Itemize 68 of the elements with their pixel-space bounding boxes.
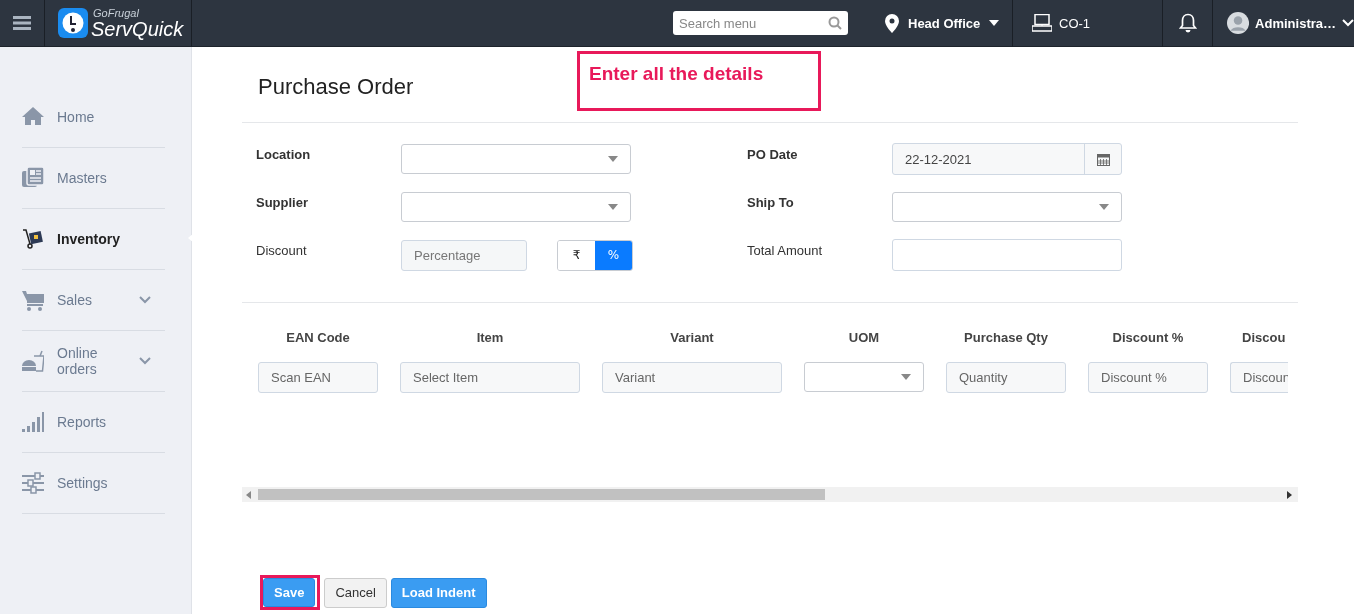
field-label: Supplier	[256, 194, 309, 212]
calendar-icon	[1096, 152, 1110, 166]
documents-icon	[22, 167, 44, 189]
scroll-left-icon	[246, 490, 252, 499]
clock-icon	[58, 8, 88, 38]
date-field[interactable]: 22-12-2021	[892, 143, 1122, 175]
column-header: Variant	[669, 330, 715, 345]
sidebar-item[interactable]: Masters	[22, 148, 165, 209]
sidebar-item[interactable]: Inventory	[22, 209, 165, 270]
sidebar-item[interactable]: Sales	[22, 270, 165, 331]
annotation-callout: Enter all the details	[577, 51, 821, 111]
hand-truck-icon	[22, 228, 44, 250]
scroll-right-icon	[1286, 490, 1292, 499]
percentage-field[interactable]: Percentage	[401, 239, 527, 271]
horizontal-scrollbar[interactable]	[242, 487, 1298, 502]
text-field[interactable]: Quantity	[946, 362, 1066, 393]
cancel-button[interactable]: Cancel	[324, 577, 387, 608]
bell-icon[interactable]	[1178, 13, 1197, 33]
column-header: Purchase Qty	[963, 330, 1049, 345]
page-title: Purchase Order	[258, 74, 414, 100]
user-menu[interactable]: Administra…	[1213, 10, 1354, 36]
sidebar-item[interactable]: Online orders	[22, 331, 165, 392]
text-field[interactable]: Select Item	[400, 362, 580, 393]
column-header: UOM	[847, 330, 881, 345]
column-header: EAN Code	[285, 330, 351, 345]
dropdown-field[interactable]	[892, 192, 1122, 222]
column-header: Discount %	[1111, 330, 1185, 345]
home-icon	[22, 106, 44, 128]
search-field[interactable]: Search menu	[673, 11, 848, 35]
counter-selector[interactable]: CO-1	[1013, 0, 1163, 47]
menu-icon[interactable]	[13, 16, 31, 30]
caret-icon	[989, 20, 1000, 26]
search-icon	[828, 16, 842, 30]
primary-button[interactable]: Save	[263, 578, 316, 607]
caret-icon	[608, 156, 618, 162]
dropdown-field[interactable]	[401, 192, 631, 222]
chevron-icon	[1342, 19, 1354, 27]
column-header: Item	[475, 330, 505, 345]
text-field[interactable]: Scan EAN	[258, 362, 378, 393]
caret-icon	[1099, 204, 1109, 210]
computer-icon	[1032, 14, 1052, 32]
product-name: ServQuick	[91, 18, 184, 39]
location-dropdown[interactable]: Head Office	[872, 0, 1013, 47]
field-label: Total Amount	[747, 242, 824, 260]
cart-icon	[22, 289, 44, 311]
sliders-icon	[22, 472, 44, 494]
toggle-option[interactable]: %	[595, 240, 632, 270]
text-field[interactable]	[892, 239, 1122, 271]
sidebar-item[interactable]: Home	[22, 87, 165, 148]
sidebar-item[interactable]: Reports	[22, 392, 165, 453]
dropdown-field[interactable]	[804, 362, 924, 392]
text-field[interactable]: Discount %	[1088, 362, 1208, 393]
caret-icon	[901, 374, 911, 380]
location-pin-icon	[885, 13, 899, 33]
field-label: PO Date	[747, 146, 799, 164]
field-label: Discount	[256, 242, 308, 260]
column-header: Discou	[1241, 330, 1287, 345]
primary-button[interactable]: Load Indent	[390, 577, 487, 608]
field-label: Location	[256, 146, 312, 164]
bar-chart-icon	[22, 411, 44, 433]
text-field[interactable]: Variant	[602, 362, 782, 393]
food-drink-icon	[22, 350, 44, 372]
dropdown-field[interactable]	[401, 144, 631, 174]
sidebar-item[interactable]: Settings	[22, 453, 165, 514]
avatar-icon	[1227, 10, 1250, 36]
field-label: Ship To	[747, 194, 795, 212]
caret-icon	[608, 204, 618, 210]
brand-name: GoFrugal	[92, 7, 140, 19]
